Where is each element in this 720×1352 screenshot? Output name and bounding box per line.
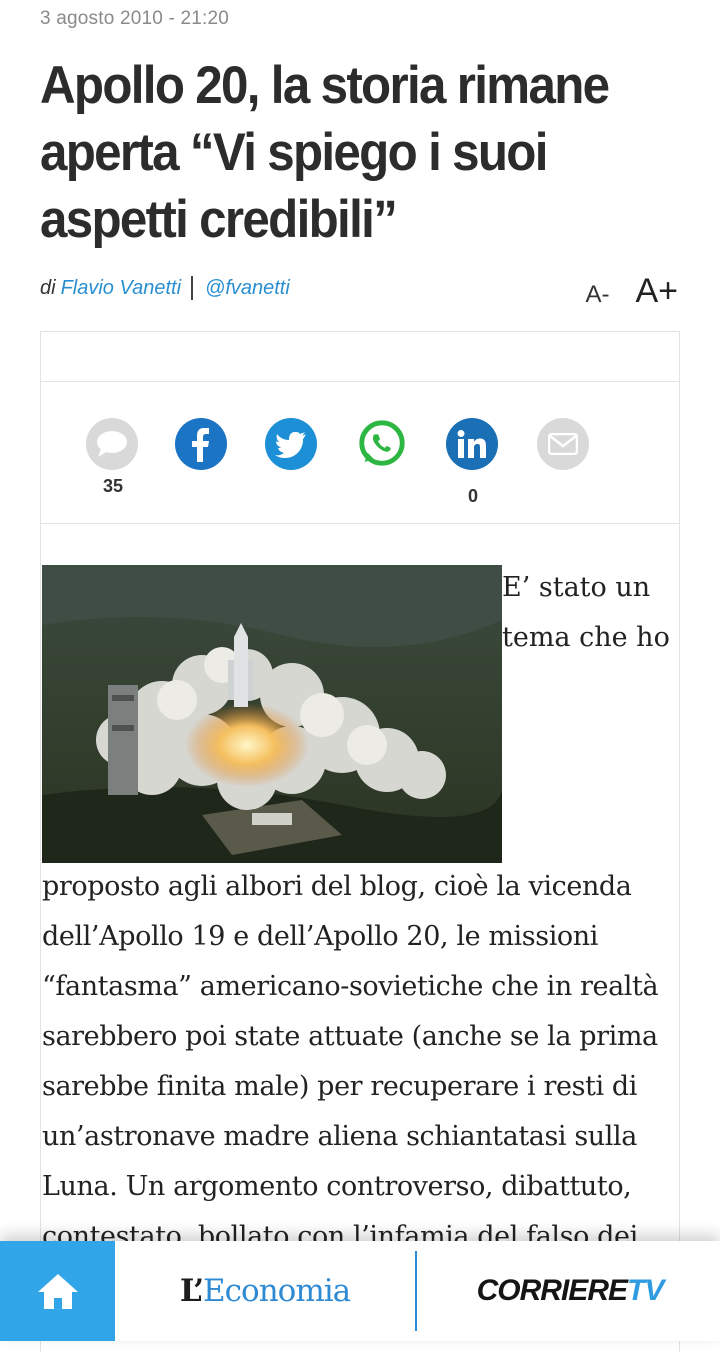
email-share-button[interactable] <box>537 418 591 470</box>
linkedin-count: 0 <box>467 486 478 506</box>
share-bar: 35 0 <box>86 418 606 518</box>
font-decrease-button[interactable]: A- <box>585 281 609 309</box>
byline: di Flavio Vanetti @fvanetti <box>40 276 290 300</box>
corriere-tv-link[interactable]: CORRIERE TV <box>450 1241 690 1341</box>
comments-count: 35 <box>102 476 124 496</box>
twitter-share-button[interactable] <box>265 418 319 470</box>
linkedin-icon <box>446 418 498 470</box>
author-link[interactable]: Flavio Vanetti <box>61 277 181 300</box>
home-button[interactable] <box>0 1241 115 1341</box>
byline-separator <box>191 276 194 300</box>
facebook-share-button[interactable] <box>175 418 229 470</box>
home-icon <box>37 1274 78 1309</box>
article-date: 3 agosto 2010 - 21:20 <box>40 8 230 29</box>
byline-prefix: di <box>40 276 56 299</box>
linkedin-share-button[interactable] <box>446 418 500 470</box>
article-intro-text: E’ stato un tema che ho <box>502 572 670 653</box>
divider-top <box>40 381 680 382</box>
rocket-launch-photo <box>42 565 502 863</box>
whatsapp-icon <box>356 418 408 470</box>
bottom-nav-divider <box>415 1251 417 1331</box>
economia-link[interactable]: L’ Economia <box>140 1241 390 1341</box>
economia-name: Economia <box>203 1273 351 1309</box>
whatsapp-share-button[interactable] <box>356 418 410 470</box>
article-body-text: proposto agli albori del blog, cioè la v… <box>42 871 659 1252</box>
economia-prefix: L’ <box>179 1273 204 1309</box>
corriere-tv-suffix: TV <box>627 1274 664 1307</box>
email-icon <box>537 418 589 470</box>
font-size-controls: A- A+ <box>585 272 678 311</box>
bottom-navigation: L’ Economia CORRIERE TV <box>0 1241 720 1341</box>
comment-icon <box>86 418 138 470</box>
twitter-handle-link[interactable]: @fvanetti <box>205 277 290 300</box>
comments-button[interactable] <box>86 418 140 470</box>
corriere-name: CORRIERE <box>476 1274 628 1307</box>
facebook-icon <box>175 418 227 470</box>
twitter-icon <box>265 418 317 470</box>
font-increase-button[interactable]: A+ <box>635 272 678 311</box>
divider-share <box>40 523 680 524</box>
article-title: Apollo 20, la storia rimane aperta “Vi s… <box>40 56 610 249</box>
